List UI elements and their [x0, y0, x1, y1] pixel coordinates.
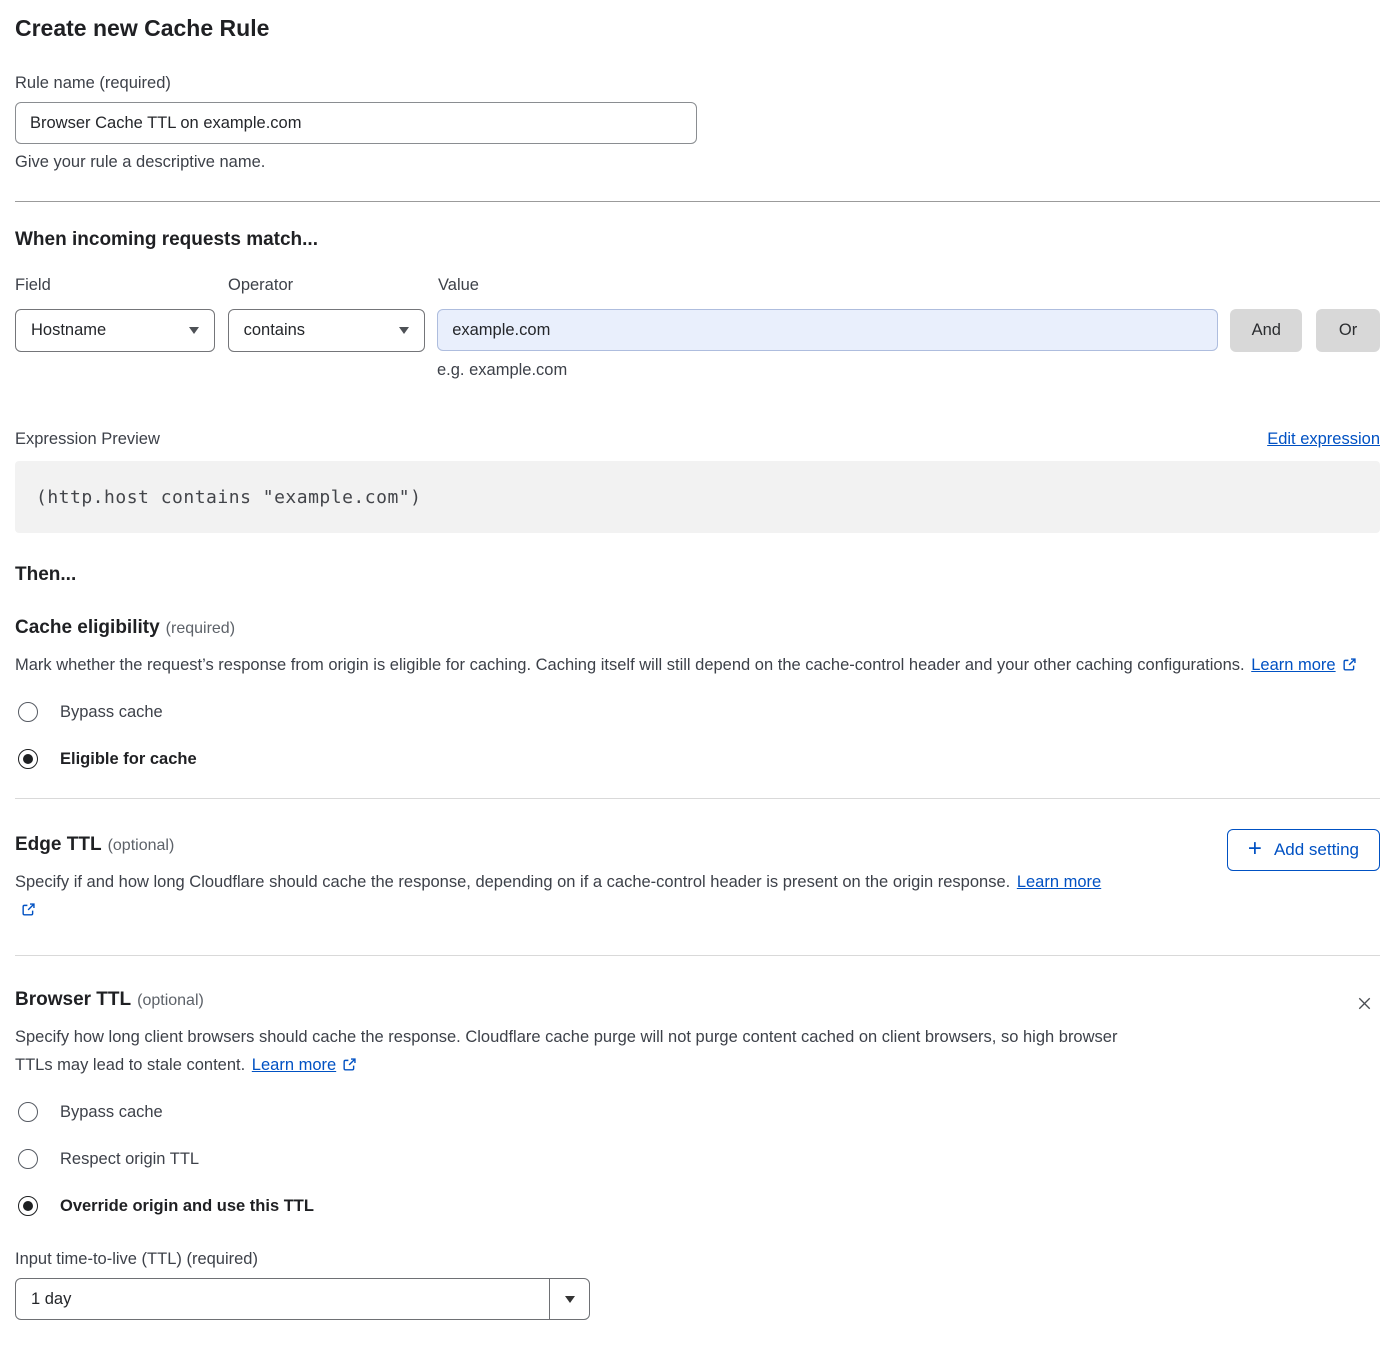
cache-eligibility-qualifier: (required)	[166, 620, 235, 638]
match-condition-row: Hostname contains And Or	[15, 309, 1380, 352]
cache-eligibility-options: Bypass cache Eligible for cache	[15, 702, 1380, 769]
create-cache-rule-form: Create new Cache Rule Rule name (require…	[15, 0, 1380, 1320]
radio-eligible-for-cache[interactable]: Eligible for cache	[18, 749, 1380, 769]
edit-expression-link[interactable]: Edit expression	[1267, 430, 1380, 449]
cache-eligibility-header: Cache eligibility (required)	[15, 616, 1380, 639]
field-select[interactable]: Hostname	[15, 309, 215, 352]
chevron-down-icon	[565, 1296, 575, 1303]
field-select-value: Hostname	[31, 321, 106, 340]
close-icon	[1355, 994, 1374, 1013]
learn-more-link[interactable]: Learn more	[1251, 656, 1335, 674]
radio-override-origin-ttl[interactable]: Override origin and use this TTL	[18, 1196, 1380, 1216]
operator-select-value: contains	[244, 321, 305, 340]
ttl-select-arrow[interactable]	[549, 1279, 589, 1319]
rule-name-label: Rule name (required)	[15, 73, 1380, 93]
ttl-select-value: 1 day	[16, 1279, 549, 1319]
browser-ttl-title: Browser TTL	[15, 988, 131, 1011]
browser-ttl-options: Bypass cache Respect origin TTL Override…	[15, 1102, 1380, 1216]
match-heading: When incoming requests match...	[15, 228, 1380, 251]
external-link-icon	[342, 1053, 357, 1081]
radio-bypass-cache[interactable]: Bypass cache	[18, 702, 1380, 722]
learn-more-link[interactable]: Learn more	[1017, 873, 1101, 891]
rule-name-helper: Give your rule a descriptive name.	[15, 153, 1380, 172]
radio-button-icon[interactable]	[18, 1149, 38, 1169]
expression-code-text: (http.host contains "example.com")	[36, 487, 421, 508]
chevron-down-icon	[399, 327, 409, 334]
edge-ttl-header: Edge TTL (optional) Specify if and how l…	[15, 829, 1380, 926]
section-divider	[15, 798, 1380, 799]
value-input[interactable]	[437, 309, 1218, 351]
external-link-icon	[21, 898, 36, 926]
ttl-input-label: Input time-to-live (TTL) (required)	[15, 1249, 1380, 1269]
ttl-select[interactable]: 1 day	[15, 1278, 590, 1320]
plus-icon: +	[1248, 837, 1262, 861]
expression-preview-label: Expression Preview	[15, 429, 160, 449]
rule-name-input[interactable]	[15, 102, 697, 144]
browser-ttl-qualifier: (optional)	[137, 992, 204, 1010]
browser-ttl-header: Browser TTL (optional)	[15, 988, 1380, 1020]
match-column-labels: Field Operator Value	[15, 275, 1380, 295]
cache-eligibility-description: Mark whether the request’s response from…	[15, 651, 1365, 681]
edge-ttl-title: Edge TTL	[15, 833, 102, 856]
value-helper: e.g. example.com	[437, 361, 1380, 380]
expression-preview-header: Expression Preview Edit expression	[15, 429, 1380, 449]
add-setting-button[interactable]: + Add setting	[1227, 829, 1380, 871]
edge-ttl-description: Specify if and how long Cloudflare shoul…	[15, 868, 1120, 926]
page-title: Create new Cache Rule	[15, 0, 1380, 42]
learn-more-link[interactable]: Learn more	[252, 1056, 336, 1074]
or-button[interactable]: Or	[1316, 309, 1380, 352]
browser-ttl-description: Specify how long client browsers should …	[15, 1023, 1120, 1081]
section-divider	[15, 955, 1380, 956]
radio-bypass-cache[interactable]: Bypass cache	[18, 1102, 1380, 1122]
expression-preview-code: (http.host contains "example.com")	[15, 461, 1380, 533]
cache-eligibility-title: Cache eligibility	[15, 616, 160, 639]
and-button[interactable]: And	[1230, 309, 1302, 352]
chevron-down-icon	[189, 327, 199, 334]
section-divider	[15, 201, 1380, 202]
operator-label: Operator	[228, 275, 426, 295]
then-heading: Then...	[15, 563, 1380, 586]
external-link-icon	[1342, 653, 1357, 681]
radio-button-icon[interactable]	[18, 702, 38, 722]
remove-browser-ttl-button[interactable]	[1351, 990, 1378, 1020]
radio-button-icon[interactable]	[18, 749, 38, 769]
radio-button-icon[interactable]	[18, 1102, 38, 1122]
radio-respect-origin-ttl[interactable]: Respect origin TTL	[18, 1149, 1380, 1169]
value-label: Value	[438, 275, 479, 295]
edge-ttl-qualifier: (optional)	[108, 837, 175, 855]
field-label: Field	[15, 275, 215, 295]
radio-button-icon[interactable]	[18, 1196, 38, 1216]
operator-select[interactable]: contains	[228, 309, 426, 352]
